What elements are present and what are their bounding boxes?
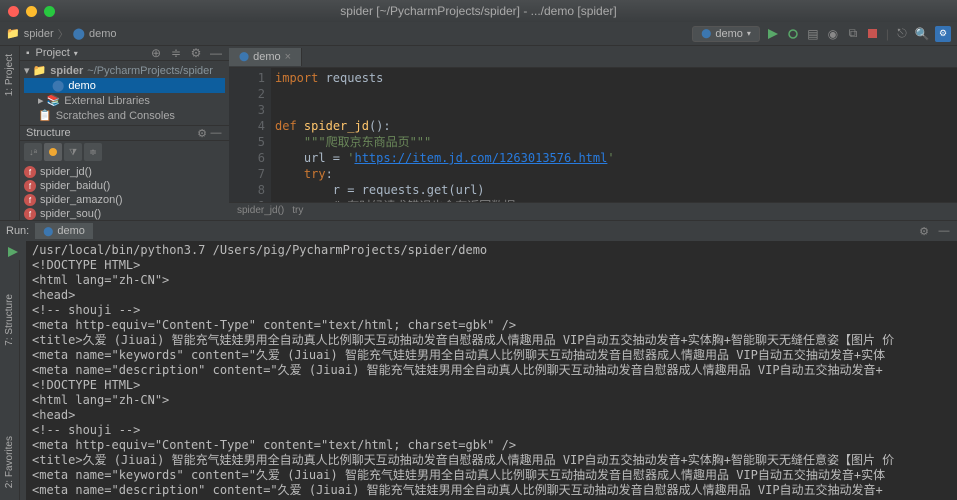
debug-icon[interactable] [786,27,800,41]
left-tool-tabs: 1: Project [0,46,20,220]
settings-icon[interactable]: ⚙ [935,26,951,42]
python-icon: ⬤ [239,51,249,62]
tree-scratches[interactable]: 📋 Scratches and Consoles [24,108,225,123]
run-config-label: demo [715,28,743,40]
hide-icon[interactable]: — [937,224,951,238]
editor-tabs: ⬤ demo × [229,46,957,68]
sort-type-button[interactable] [44,143,62,161]
vcs-icon[interactable]: ⎋ [895,27,909,41]
minimize-window[interactable] [26,6,37,17]
window-title: spider [~/PycharmProjects/spider] - .../… [340,4,616,18]
source[interactable]: import requests def spider_jd(): """爬取京东… [271,68,957,202]
breadcrumb[interactable]: 📁 spider 〉 ⬤ demo [6,26,117,42]
hide-icon[interactable]: — [209,126,223,140]
python-icon: ⬤ [43,226,53,237]
chevron-down-icon: ▾ [747,29,751,38]
scroll-from-source-icon[interactable]: ⊕ [149,46,163,60]
structure-toolbar: ↓ᵃ ⧩ ≑ [20,141,229,163]
tab-structure[interactable]: 7: Structure [2,290,17,350]
structure-fn[interactable]: fspider_sou() [24,207,225,221]
project-panel-header: ▪ Project ▾ ⊕ ≑ ⚙ — [20,46,229,61]
structure-panel-title: Structure [26,127,71,139]
structure-panel-header: Structure ⚙ — [20,125,229,141]
breadcrumb-sep: 〉 [58,26,69,42]
tab-favorites[interactable]: 2: Favorites [2,432,17,492]
expand-button[interactable]: ≑ [84,143,102,161]
run-config-selector[interactable]: ⬤ demo ▾ [692,26,760,42]
tree-external-libs[interactable]: ▸ 📚 External Libraries [24,93,225,108]
tree-root[interactable]: ▾ 📁 spider ~/PycharmProjects/spider [24,63,225,78]
main-toolbar: 📁 spider 〉 ⬤ demo ⬤ demo ▾ ▤ ◉ ⧉ | ⎋ 🔍 ⚙ [0,22,957,46]
run-label: Run: [6,225,29,237]
titlebar: spider [~/PycharmProjects/spider] - .../… [0,0,957,22]
structure-fn[interactable]: fspider_amazon() [24,193,225,207]
breadcrumb-project[interactable]: spider [24,28,54,40]
run-panel: Run: ⬤ demo ⚙ — ⟳ ↑ ↓ ⇥ 🖨 🗑 /usr/local/b… [0,220,957,500]
run-icon[interactable] [766,27,780,41]
editor-tab-demo[interactable]: ⬤ demo × [229,48,302,66]
gear-icon[interactable]: ⚙ [189,46,203,60]
attach-icon[interactable]: ⧉ [846,27,860,41]
close-icon[interactable]: × [285,51,291,63]
filter-button[interactable]: ⧩ [64,143,82,161]
stop-icon[interactable] [866,27,880,41]
editor-breadcrumb[interactable]: spider_jd() try [229,202,957,220]
project-icon: ▪ [26,48,30,59]
search-icon[interactable]: 🔍 [915,27,929,41]
profile-icon[interactable]: ◉ [826,27,840,41]
tab-project[interactable]: 1: Project [2,50,17,100]
close-window[interactable] [8,6,19,17]
rerun-icon[interactable] [6,245,20,259]
gear-icon[interactable]: ⚙ [917,224,931,238]
gutter[interactable]: 1234567891011 [229,68,271,202]
breadcrumb-file[interactable]: demo [89,28,117,40]
project-panel-title: Project [36,47,70,59]
gear-icon[interactable]: ⚙ [195,126,209,140]
python-icon: ⬤ [73,27,85,40]
sort-alpha-button[interactable]: ↓ᵃ [24,143,42,161]
coverage-icon[interactable]: ▤ [806,27,820,41]
run-tab[interactable]: ⬤ demo [35,223,93,239]
editor: ⬤ demo × 1234567891011 import requests d… [229,46,957,220]
collapse-icon[interactable]: ≑ [169,46,183,60]
code-area[interactable]: 1234567891011 import requests def spider… [229,68,957,202]
tree-file-demo[interactable]: ⬤ demo [24,78,225,93]
python-icon: ⬤ [701,28,711,39]
structure-fn[interactable]: fspider_baidu() [24,179,225,193]
structure-fn[interactable]: fspider_jd() [24,165,225,179]
folder-icon: 📁 [6,27,20,40]
maximize-window[interactable] [44,6,55,17]
project-tree[interactable]: ▾ 📁 spider ~/PycharmProjects/spider ⬤ de… [20,61,229,125]
hide-icon[interactable]: — [209,46,223,60]
run-output[interactable]: /usr/local/bin/python3.7 /Users/pig/Pych… [26,241,957,500]
